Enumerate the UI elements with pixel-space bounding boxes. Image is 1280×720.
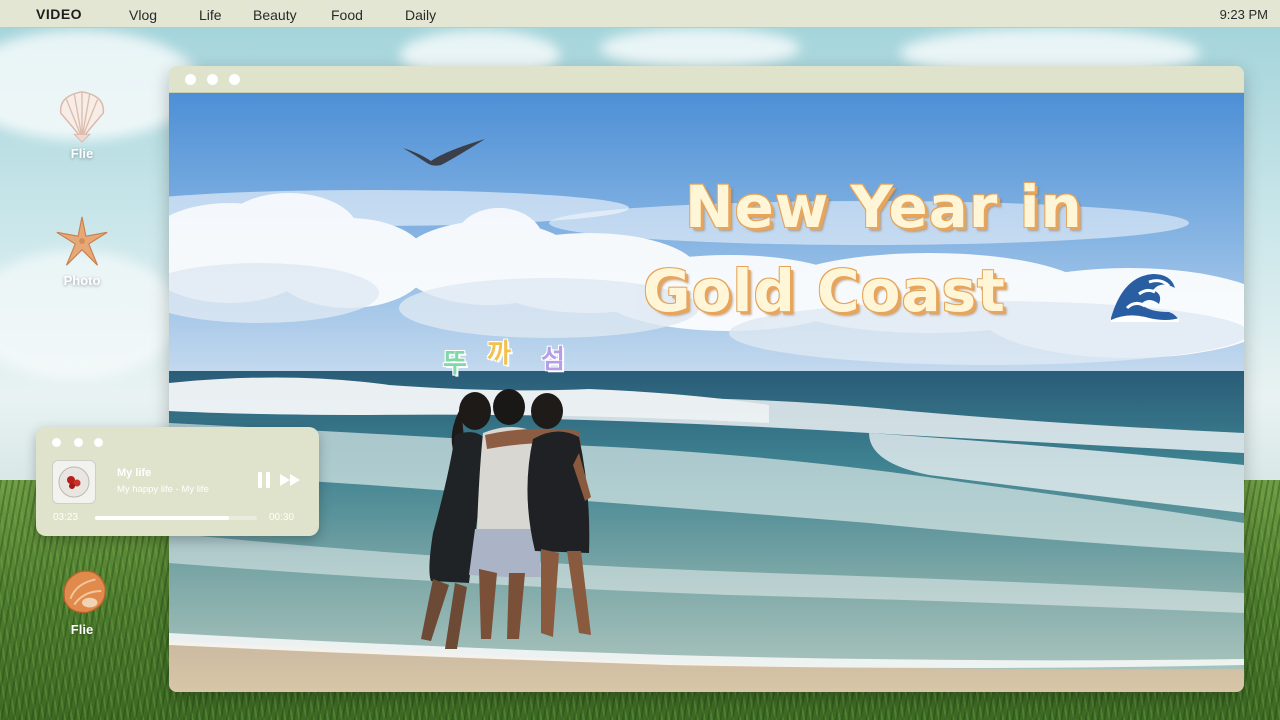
desktop-icon-file-conch[interactable]: Flie — [42, 560, 122, 637]
elapsed-time: 03:23 — [53, 512, 79, 523]
window-minimize-dot[interactable] — [207, 74, 218, 85]
menubar-brand[interactable]: VIDEO — [36, 6, 82, 22]
video-frame[interactable]: New Year in Gold Coast 뚜 까 섬 — [169, 93, 1244, 692]
pause-button[interactable] — [256, 471, 272, 489]
duration-time: 00:30 — [269, 512, 295, 523]
desktop-icon-label: Photo — [63, 273, 101, 288]
progress-fill — [95, 516, 230, 520]
window-close-dot[interactable] — [185, 74, 196, 85]
fast-forward-button[interactable] — [279, 471, 303, 489]
desktop-icon-file-shell[interactable]: Flie — [42, 84, 122, 161]
song-title: My life — [117, 467, 152, 479]
window-maximize-dot[interactable] — [229, 74, 240, 85]
fast-forward-icon — [280, 474, 300, 486]
pause-icon — [258, 472, 270, 488]
player-maximize-dot[interactable] — [94, 438, 103, 447]
menu-item-vlog[interactable]: Vlog — [129, 7, 157, 23]
player-titlebar[interactable] — [36, 427, 319, 457]
conch-shell-icon — [63, 570, 107, 614]
wave-icon — [1111, 274, 1179, 322]
window-titlebar[interactable] — [169, 66, 1244, 93]
menu-item-life[interactable]: Life — [199, 7, 222, 23]
top-menubar: VIDEO Vlog Life Beauty Food Daily 9:23 P… — [0, 0, 1280, 28]
menu-item-beauty[interactable]: Beauty — [253, 7, 297, 23]
video-title-line2: Gold Coast — [643, 257, 1006, 325]
background-cloud — [600, 28, 800, 68]
korean-subtitle-char: 섬 — [541, 345, 565, 375]
scallop-shell-icon — [59, 91, 105, 143]
album-art — [52, 460, 96, 504]
menubar-clock: 9:23 PM — [1219, 7, 1268, 22]
starfish-icon — [56, 216, 108, 266]
menu-item-daily[interactable]: Daily — [405, 7, 436, 23]
korean-subtitle-char: 까 — [487, 339, 511, 369]
player-close-dot[interactable] — [52, 438, 61, 447]
music-player-window: My life My happy life - My life 03:23 00… — [36, 427, 319, 536]
desktop-icon-photo-starfish[interactable]: Photo — [42, 211, 122, 288]
korean-subtitle-char: 뚜 — [443, 349, 467, 379]
desktop-icon-label: Flie — [70, 146, 94, 161]
video-window: New Year in Gold Coast 뚜 까 섬 — [169, 66, 1244, 692]
player-minimize-dot[interactable] — [74, 438, 83, 447]
song-artist: My happy life - My life — [117, 484, 209, 495]
album-art-icon — [58, 466, 90, 498]
desktop-icon-label: Flie — [70, 622, 94, 637]
menu-item-food[interactable]: Food — [331, 7, 363, 23]
progress-track[interactable] — [95, 516, 257, 520]
video-title-line1: New Year in — [685, 173, 1083, 241]
